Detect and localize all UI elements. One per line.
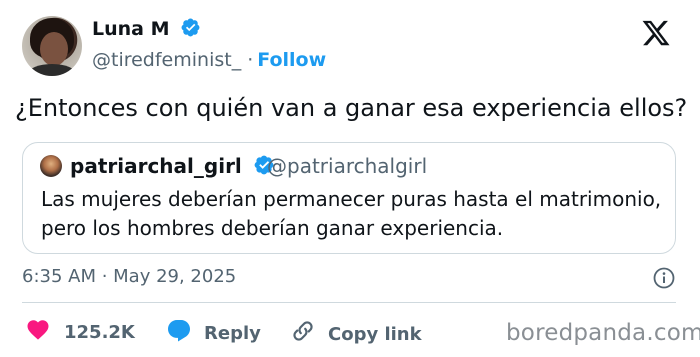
quoted-author-name: patriarchal_girl — [70, 154, 242, 178]
reply-label: Reply — [204, 322, 261, 344]
author-handle-row: @tiredfeminist_ · Follow — [92, 48, 326, 72]
reply-button[interactable]: Reply — [166, 318, 261, 349]
author-handle[interactable]: @tiredfeminist_ — [92, 49, 241, 71]
divider — [22, 302, 676, 303]
info-icon[interactable] — [652, 266, 676, 290]
quoted-author-handle: @patriarchalgirl — [267, 154, 428, 178]
quoted-tweet-text: Las mujeres deberían permanecer puras ha… — [41, 185, 671, 243]
copy-link-button[interactable]: Copy link — [290, 318, 422, 351]
like-button[interactable]: 125.2K — [26, 318, 135, 347]
quoted-author-name-row: patriarchal_girl — [70, 153, 275, 182]
quoted-tweet-line: pero los hombres deberían ganar experien… — [41, 216, 504, 240]
heart-icon — [26, 318, 50, 347]
tweet-text: ¿Entonces con quién van a ganar esa expe… — [15, 94, 688, 122]
author-name-row[interactable]: Luna M — [92, 17, 201, 44]
author-avatar[interactable] — [22, 16, 82, 76]
quoted-tweet-line: Las mujeres deberían permanecer puras ha… — [41, 187, 662, 211]
quoted-author-avatar — [40, 155, 62, 177]
link-icon — [290, 318, 316, 351]
author-name[interactable]: Luna M — [92, 18, 170, 40]
separator-dot: · — [247, 49, 254, 71]
verified-badge-icon — [180, 17, 201, 44]
like-count: 125.2K — [64, 321, 135, 343]
tweet-timestamp[interactable]: 6:35 AM · May 29, 2025 — [22, 265, 236, 289]
watermark: boredpanda.com — [506, 320, 700, 346]
x-logo-icon[interactable] — [640, 18, 674, 48]
follow-button[interactable]: Follow — [257, 49, 326, 71]
reply-bubble-icon — [166, 318, 192, 349]
copy-link-label: Copy link — [328, 323, 422, 345]
